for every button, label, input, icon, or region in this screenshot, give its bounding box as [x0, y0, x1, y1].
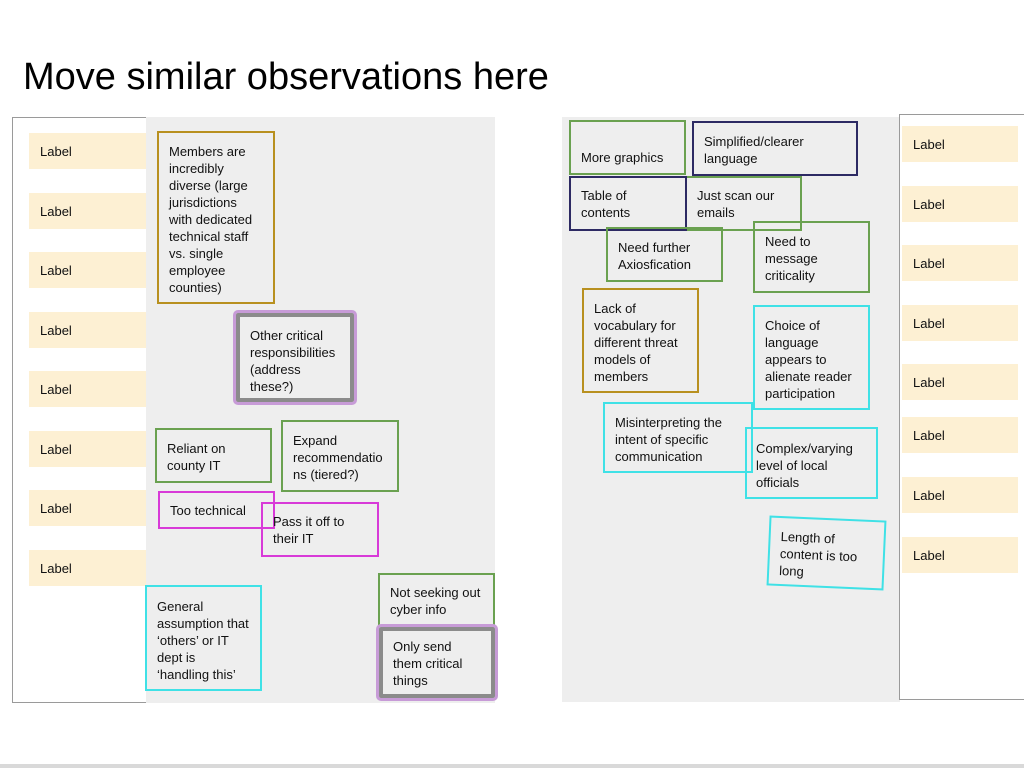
left-label-column: Label Label Label Label Label Label Labe… — [12, 117, 162, 703]
category-label[interactable]: Label — [902, 537, 1018, 573]
sticky-note[interactable]: Table of contents — [569, 176, 687, 231]
sticky-note[interactable]: Not seeking out cyber info — [378, 573, 495, 627]
category-label[interactable]: Label — [29, 193, 147, 229]
sticky-note[interactable]: General assumption that ‘others’ or IT d… — [145, 585, 262, 691]
sticky-note[interactable]: Reliant on county IT — [155, 428, 272, 483]
sticky-note[interactable]: Simplified/clearer language — [692, 121, 858, 176]
category-label[interactable]: Label — [902, 305, 1018, 341]
sticky-note[interactable]: Need further Axiosfication — [606, 227, 723, 282]
sticky-note[interactable]: Complex/varying level of local officials — [745, 427, 878, 499]
sticky-note[interactable]: Expand recommendatio ns (tiered?) — [281, 420, 399, 492]
category-label[interactable]: Label — [902, 417, 1018, 453]
category-label[interactable]: Label — [902, 477, 1018, 513]
sticky-note[interactable]: Members are incredibly diverse (large ju… — [157, 131, 275, 304]
sticky-note-highlighted[interactable]: Only send them critical things — [376, 624, 498, 701]
category-label[interactable]: Label — [29, 550, 147, 586]
sticky-note[interactable]: Length of content is too long — [766, 515, 887, 591]
category-label[interactable]: Label — [29, 490, 147, 526]
bottom-divider — [0, 764, 1024, 768]
category-label[interactable]: Label — [29, 371, 147, 407]
sticky-note[interactable]: Lack of vocabulary for different threat … — [582, 288, 699, 393]
right-label-column: Label Label Label Label Label Label Labe… — [899, 114, 1024, 700]
category-label[interactable]: Label — [29, 252, 147, 288]
sticky-note[interactable]: Misinterpreting the intent of specific c… — [603, 402, 753, 473]
category-label[interactable]: Label — [29, 431, 147, 467]
page-title: Move similar observations here — [23, 56, 549, 98]
sticky-note[interactable]: Need to message criticality — [753, 221, 870, 293]
category-label[interactable]: Label — [902, 186, 1018, 222]
sticky-note[interactable]: Choice of language appears to alienate r… — [753, 305, 870, 410]
sticky-note[interactable]: Too technical — [158, 491, 275, 529]
sticky-note[interactable]: Pass it off to their IT — [261, 502, 379, 557]
category-label[interactable]: Label — [29, 133, 147, 169]
category-label[interactable]: Label — [902, 364, 1018, 400]
category-label[interactable]: Label — [902, 126, 1018, 162]
sticky-note-highlighted[interactable]: Other critical responsibilities (address… — [233, 310, 357, 405]
sticky-note[interactable]: More graphics — [569, 120, 686, 175]
category-label[interactable]: Label — [29, 312, 147, 348]
category-label[interactable]: Label — [902, 245, 1018, 281]
